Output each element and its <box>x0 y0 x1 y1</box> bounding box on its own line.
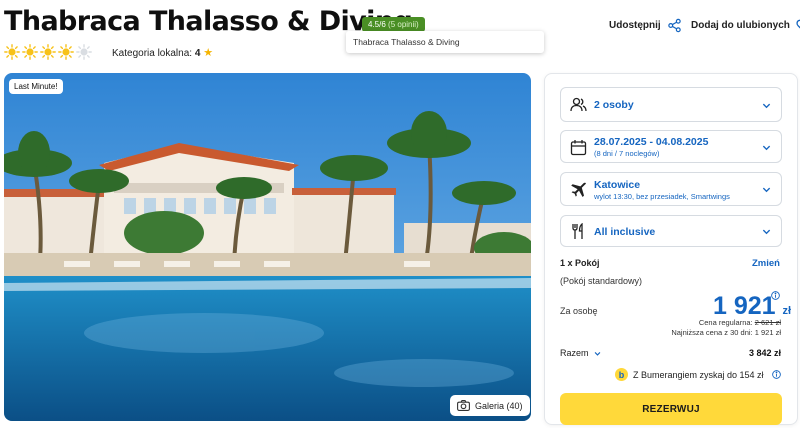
regular-price-value: 2 621 zł <box>754 318 781 327</box>
guests-select[interactable]: 2 osoby <box>560 87 782 122</box>
last-minute-badge: Last Minute! <box>9 79 63 94</box>
dates-duration: (8 dni / 7 noclegów) <box>594 149 660 158</box>
sun-empty-icon <box>76 44 92 60</box>
hotel-name-tooltip: Thabraca Thalasso & Diving <box>346 31 544 53</box>
local-category: Kategoria lokalna: 4 ★ <box>112 46 213 59</box>
lowest-price-label: Najniższa cena z 30 dni: <box>671 328 753 337</box>
cutlery-icon <box>572 223 583 239</box>
rating-score: 4.5/6 <box>368 20 386 29</box>
camera-icon <box>457 400 470 411</box>
chevron-down-icon <box>762 103 771 109</box>
sun-icon <box>4 44 20 60</box>
price-per-person: 1 921 zł <box>713 292 791 321</box>
total-price: 3 842 zł <box>748 348 781 358</box>
heart-icon <box>796 19 800 29</box>
total-toggle[interactable]: Razem <box>560 348 601 358</box>
bumerang-icon: b <box>615 368 628 381</box>
lowest-price: Najniższa cena z 30 dni: 1 921 zł <box>671 328 781 337</box>
lowest-price-value: 1 921 zł <box>754 328 781 337</box>
departure-details: wylot 13:30, bez przesiadek, Smartwings <box>594 192 730 201</box>
hotel-photo[interactable] <box>4 73 531 421</box>
info-icon[interactable] <box>771 370 781 379</box>
gallery-label: Galeria (40) <box>475 400 523 411</box>
sun-icon <box>22 44 38 60</box>
sun-icon <box>58 44 74 60</box>
regular-price: Cena regularna: 2 621 zł <box>699 318 781 327</box>
regular-price-label: Cena regularna: <box>698 318 753 327</box>
bumerang-promo: b Z Bumerangiem zyskaj do 154 zł <box>615 368 781 381</box>
star-icon: ★ <box>203 47 214 59</box>
guests-value: 2 osoby <box>594 99 634 111</box>
category-label: Kategoria lokalna: <box>112 48 193 59</box>
chevron-down-icon <box>762 229 771 235</box>
bumerang-text: Z Bumerangiem zyskaj do 154 zł <box>633 369 764 380</box>
favorite-label: Dodaj do ulubionych <box>691 20 790 31</box>
departure-value: Katowice <box>594 179 641 191</box>
people-icon <box>570 97 587 112</box>
gallery-button[interactable]: Galeria (40) <box>450 395 530 416</box>
dates-value: 28.07.2025 - 04.08.2025 <box>594 136 709 148</box>
rating-badge[interactable]: 4.5/6 (5 opinii) <box>362 17 425 32</box>
chevron-down-icon <box>594 351 600 356</box>
price-value: 1 921 <box>713 292 776 320</box>
favorite-button[interactable]: Dodaj do ulubionych <box>691 18 800 33</box>
category-value: 4 <box>194 48 201 59</box>
board-value: All inclusive <box>594 226 656 238</box>
share-label: Udostępnij <box>609 20 661 31</box>
share-icon <box>667 18 681 33</box>
airplane-icon <box>571 182 586 197</box>
share-button[interactable]: Udostępnij <box>609 18 682 33</box>
room-type: (Pokój standardowy) <box>560 276 643 286</box>
chevron-down-icon <box>762 187 771 193</box>
dates-select[interactable]: 28.07.2025 - 04.08.2025 (8 dni / 7 nocle… <box>560 130 782 163</box>
per-person-label: Za osobę <box>560 306 598 316</box>
board-select[interactable]: All inclusive <box>560 215 782 247</box>
room-count: 1 x Pokój <box>560 258 600 268</box>
change-room-link[interactable]: Zmień <box>752 258 780 269</box>
rating-opinions: (5 opinii) <box>388 20 419 29</box>
sun-icon <box>40 44 56 60</box>
hotel-photo-image <box>4 73 531 421</box>
calendar-icon <box>570 140 587 156</box>
price-currency: zł <box>782 305 792 317</box>
departure-select[interactable]: Katowice wylot 13:30, bez przesiadek, Sm… <box>560 172 782 206</box>
total-label: Razem <box>560 348 589 358</box>
sun-rating <box>4 44 92 60</box>
chevron-down-icon <box>762 145 771 151</box>
reserve-button[interactable]: REZERWUJ <box>560 393 782 425</box>
